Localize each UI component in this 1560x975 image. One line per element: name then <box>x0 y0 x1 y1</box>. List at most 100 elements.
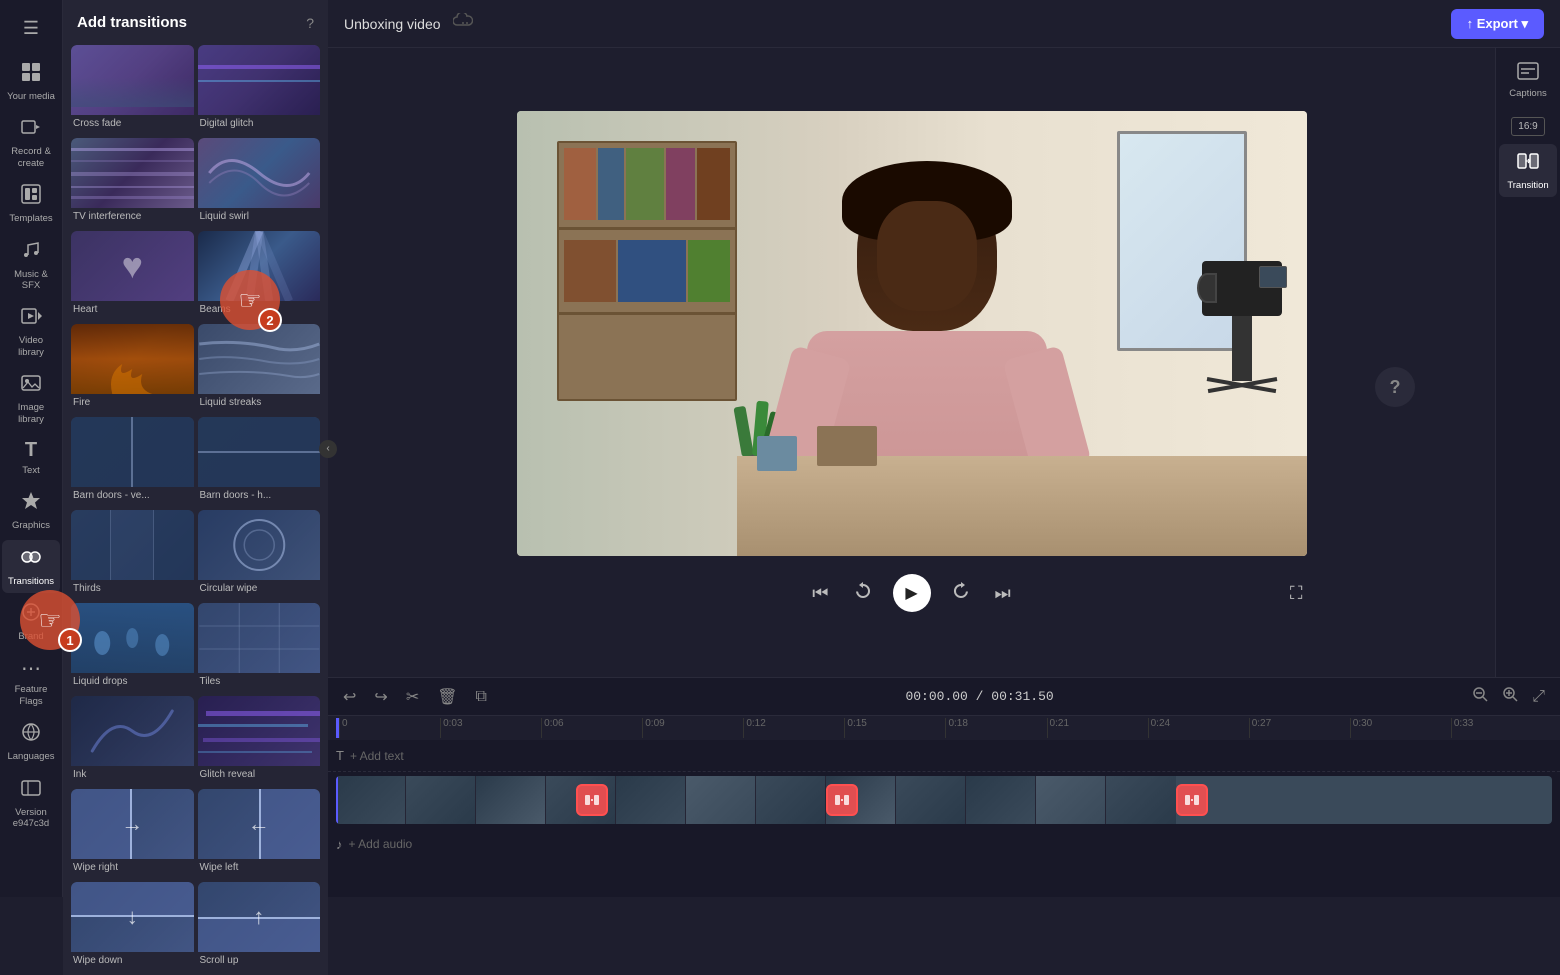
sidebar-label-graphics: Graphics <box>12 520 50 531</box>
transition-label-barn-doors-v: Barn doors - ve... <box>71 487 194 506</box>
sidebar-item-music-sfx[interactable]: Music & SFX <box>2 233 60 298</box>
transition-item-heart[interactable]: ♥ Heart <box>71 231 194 320</box>
panel-help-button[interactable]: ? <box>306 15 314 31</box>
sidebar-item-transitions[interactable]: Transitions <box>2 540 60 593</box>
transition-marker-3[interactable] <box>1176 784 1208 816</box>
transition-item-digital-glitch[interactable]: Digital glitch <box>198 45 321 134</box>
transitions-grid: Cross fade Digital glitch <box>63 41 328 975</box>
transition-item-ink[interactable]: Ink <box>71 696 194 785</box>
transition-item-tv-interference[interactable]: TV interference <box>71 138 194 227</box>
rewind-5s-button[interactable] <box>849 577 877 610</box>
timeline-ruler: 0 0:03 0:06 0:09 0:12 0:15 0:18 0:21 0:2… <box>328 716 1560 740</box>
fullscreen-button[interactable]: ⛶ <box>1286 579 1307 608</box>
sidebar-label-video-library: Video library <box>6 335 56 358</box>
skip-forward-button[interactable]: ⏭ <box>991 579 1015 608</box>
sidebar-item-image-library[interactable]: Image library <box>2 366 60 431</box>
add-text-track[interactable]: T + Add text <box>328 740 1560 772</box>
zoom-in-button[interactable] <box>1497 683 1523 710</box>
transition-item-scroll-up[interactable]: ↑ Scroll up <box>198 882 321 971</box>
transition-item-wipe-down[interactable]: ↓ Wipe down <box>71 882 194 971</box>
video-track <box>328 772 1560 828</box>
right-panel: Captions 16:9 Transition <box>1495 48 1560 677</box>
sidebar-item-templates[interactable]: Templates <box>2 177 60 230</box>
forward-5s-button[interactable] <box>947 577 975 610</box>
transition-item-liquid-swirl[interactable]: Liquid swirl <box>198 138 321 227</box>
sidebar-label-languages: Languages <box>7 751 54 762</box>
transition-label-fire: Fire <box>71 394 194 413</box>
transition-label-barn-doors-h: Barn doors - h... <box>198 487 321 506</box>
sidebar-label-your-media: Your media <box>7 91 55 102</box>
transition-item-cross-fade[interactable]: Cross fade <box>71 45 194 134</box>
transition-thumb-fire <box>71 324 194 394</box>
transition-label-scroll-up: Scroll up <box>198 952 321 971</box>
transition-thumb-ink <box>71 696 194 766</box>
transition-label-heart: Heart <box>71 301 194 320</box>
transition-item-glitch-reveal[interactable]: Glitch reveal <box>198 696 321 785</box>
transition-item-barn-doors-h[interactable]: Barn doors - h... <box>198 417 321 506</box>
skip-back-button[interactable]: ⏮ <box>808 579 832 608</box>
transitions-icon <box>20 546 42 573</box>
right-panel-captions[interactable]: Captions <box>1499 56 1557 105</box>
sidebar-item-feature-flags[interactable]: ⋯ Feature Flags <box>2 650 60 713</box>
delete-button[interactable]: 🗑 <box>432 684 462 710</box>
panel-collapse-button[interactable]: ‹ <box>319 440 337 458</box>
sidebar-item-record-create[interactable]: Record & create <box>2 110 60 175</box>
transition-item-wipe-right[interactable]: → Wipe right <box>71 789 194 878</box>
add-audio-track[interactable]: ♪ + Add audio <box>328 828 1560 860</box>
transition-marker-2[interactable] <box>826 784 858 816</box>
transition-label-wipe-left: Wipe left <box>198 859 321 878</box>
wipe-left-arrow-icon: ← <box>248 811 270 837</box>
transition-marker-1[interactable] <box>576 784 608 816</box>
transition-item-fire[interactable]: Fire <box>71 324 194 413</box>
help-button[interactable]: ? <box>1375 367 1415 407</box>
transition-thumb-wipe-down: ↓ <box>71 882 194 952</box>
transition-item-wipe-left[interactable]: ← Wipe left <box>198 789 321 878</box>
sidebar-label-brand: Brand <box>18 631 43 642</box>
right-panel-captions-label: Captions <box>1509 88 1547 99</box>
sidebar-item-version[interactable]: Version e947c3d <box>2 771 60 836</box>
captions-icon <box>1517 62 1539 85</box>
hamburger-menu[interactable]: ☰ <box>13 8 49 49</box>
playback-controls: ⏮ ▶ ⏭ ⛶ <box>517 564 1307 622</box>
main-content: Unboxing video ↑ Export ▾ <box>328 0 1560 897</box>
transition-item-liquid-streaks[interactable]: Liquid streaks <box>198 324 321 413</box>
sidebar-item-graphics[interactable]: Graphics <box>2 484 60 537</box>
sidebar-item-your-media[interactable]: Your media <box>2 55 60 108</box>
transition-item-beams[interactable]: Beams <box>198 231 321 320</box>
copy-button[interactable]: ⧉ <box>471 685 492 709</box>
scroll-up-arrow-icon: ↑ <box>253 904 264 930</box>
aspect-ratio-badge[interactable]: 16:9 <box>1511 117 1544 136</box>
transition-thumb-barn-doors-h <box>198 417 321 487</box>
export-button[interactable]: ↑ Export ▾ <box>1451 9 1544 39</box>
sidebar-item-video-library[interactable]: Video library <box>2 299 60 364</box>
fit-to-window-button[interactable]: ⤢ <box>1527 683 1550 710</box>
transition-label-tiles: Tiles <box>198 673 321 692</box>
transition-item-thirds[interactable]: Thirds <box>71 510 194 599</box>
transition-thumb-beams <box>198 231 321 301</box>
transition-item-barn-doors-v[interactable]: Barn doors - ve... <box>71 417 194 506</box>
music-sfx-icon <box>20 239 42 266</box>
zoom-out-button[interactable] <box>1467 683 1493 710</box>
transition-thumb-tv-interference <box>71 138 194 208</box>
cut-button[interactable]: ✂ <box>401 684 424 710</box>
transition-label-glitch-reveal: Glitch reveal <box>198 766 321 785</box>
transition-item-circular-wipe[interactable]: Circular wipe <box>198 510 321 599</box>
your-media-icon <box>20 61 42 88</box>
transition-label-digital-glitch: Digital glitch <box>198 115 321 134</box>
timeline-tracks: T + Add text <box>328 740 1560 897</box>
transition-item-tiles[interactable]: Tiles <box>198 603 321 692</box>
right-panel-transition[interactable]: Transition <box>1499 144 1557 197</box>
panel-header: Add transitions ? <box>63 0 328 41</box>
sidebar-label-version: Version e947c3d <box>6 807 56 830</box>
sidebar-item-languages[interactable]: Languages <box>2 715 60 768</box>
transition-item-liquid-drops[interactable]: Liquid drops <box>71 603 194 692</box>
transition-thumb-circular-wipe <box>198 510 321 580</box>
play-button[interactable]: ▶ <box>893 574 931 612</box>
video-library-icon <box>20 305 42 332</box>
undo-button[interactable]: ↩ <box>338 684 361 710</box>
sidebar-item-brand[interactable]: Brand <box>2 595 60 648</box>
transition-thumb-heart: ♥ <box>71 231 194 301</box>
panel-title: Add transitions <box>77 14 187 31</box>
redo-button[interactable]: ↪ <box>369 684 392 710</box>
sidebar-item-text[interactable]: T Text <box>2 433 60 482</box>
